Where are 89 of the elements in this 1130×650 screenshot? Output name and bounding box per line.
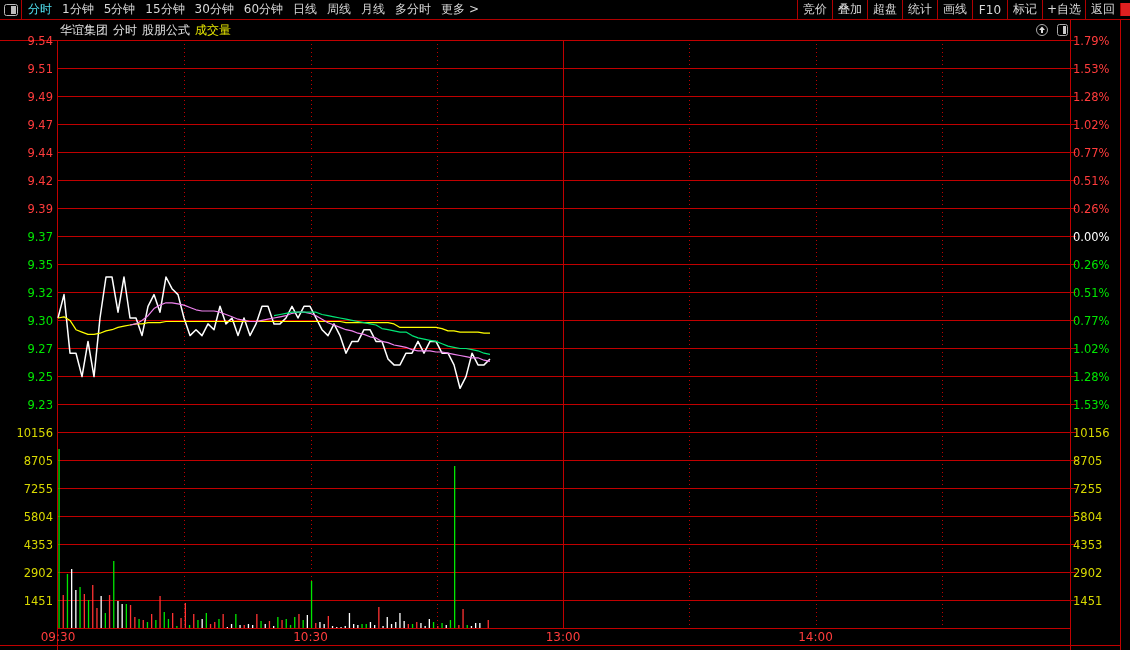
formula-name: 股朋公式 bbox=[142, 23, 190, 37]
volume-bar bbox=[66, 574, 69, 628]
price-label: 9.37 bbox=[27, 229, 53, 244]
volume-bar bbox=[411, 624, 414, 628]
time-label: 13:00 bbox=[545, 630, 581, 644]
volume-bar bbox=[108, 595, 111, 628]
volume-label: 7255 bbox=[23, 481, 53, 496]
price-label: 9.39 bbox=[27, 201, 53, 216]
volume-bar bbox=[369, 622, 372, 628]
period-tab[interactable]: 5分钟 bbox=[103, 0, 136, 19]
volume-label: 5804 bbox=[1073, 509, 1103, 524]
price-label: 9.35 bbox=[27, 257, 53, 272]
period-tab[interactable]: 15分钟 bbox=[145, 0, 185, 19]
volume-bar bbox=[146, 622, 149, 628]
period-tab[interactable]: 多分时 bbox=[395, 0, 432, 19]
volume-label: 10156 bbox=[1073, 425, 1110, 440]
percent-label: 0.77% bbox=[1073, 145, 1110, 160]
percent-label: 1.53% bbox=[1073, 397, 1110, 412]
volume-label: 2902 bbox=[23, 565, 53, 580]
volume-label: 8705 bbox=[23, 453, 53, 468]
toolbar-button[interactable]: 标记 bbox=[1006, 0, 1042, 19]
volume-label: 4353 bbox=[1073, 537, 1103, 552]
volume-bar bbox=[348, 613, 351, 628]
percent-label: 1.28% bbox=[1073, 369, 1110, 384]
volume-bar bbox=[310, 581, 313, 628]
price-label: 9.47 bbox=[27, 117, 53, 132]
time-label: 14:00 bbox=[798, 630, 833, 644]
percent-label: 0.77% bbox=[1073, 313, 1110, 328]
volume-label: 1451 bbox=[1073, 593, 1103, 608]
price-label: 9.42 bbox=[27, 173, 53, 188]
volume-label: 4353 bbox=[23, 537, 53, 552]
price-label: 9.30 bbox=[27, 313, 53, 328]
volume-label: 5804 bbox=[23, 509, 53, 524]
price-label: 9.44 bbox=[27, 145, 53, 160]
percent-label: 1.02% bbox=[1073, 341, 1110, 356]
volume-label: 7255 bbox=[1073, 481, 1103, 496]
volume-bar bbox=[449, 620, 452, 628]
percent-label: 0.00% bbox=[1073, 229, 1110, 244]
percent-label: 0.26% bbox=[1073, 257, 1110, 272]
volume-label: 8705 bbox=[1073, 453, 1103, 468]
percent-label: 1.02% bbox=[1073, 117, 1110, 132]
percent-label: 1.28% bbox=[1073, 89, 1110, 104]
indicator-name: 成交量 bbox=[195, 23, 231, 37]
panel-icon bbox=[1057, 24, 1068, 36]
period-tab[interactable]: 更多 > bbox=[441, 0, 479, 19]
volume-label: 10156 bbox=[16, 425, 53, 440]
volume-label: 1451 bbox=[23, 593, 53, 608]
price-label: 9.49 bbox=[27, 89, 53, 104]
period-tab[interactable]: 日线 bbox=[293, 0, 318, 19]
period-tab[interactable]: 月线 bbox=[361, 0, 386, 19]
toolbar-button[interactable]: 竞价 bbox=[796, 0, 832, 19]
price-label: 9.32 bbox=[27, 285, 53, 300]
volume-bar bbox=[209, 624, 212, 628]
price-label: 9.27 bbox=[27, 341, 53, 356]
volume-bar bbox=[129, 605, 132, 628]
toolbar-button[interactable]: 统计 bbox=[901, 0, 937, 19]
period-label: 分时 bbox=[113, 23, 137, 37]
price-label: 9.51 bbox=[27, 61, 53, 76]
volume-bar bbox=[289, 625, 292, 628]
volume-bar bbox=[247, 624, 250, 628]
volume-bar bbox=[268, 621, 271, 628]
stock-name: 华谊集团 bbox=[60, 23, 108, 37]
volume-bar bbox=[167, 619, 170, 628]
toolbar-button[interactable]: 超盘 bbox=[866, 0, 902, 19]
volume-bar bbox=[188, 625, 191, 628]
marker-block bbox=[1120, 3, 1130, 16]
period-tab[interactable]: 60分钟 bbox=[243, 0, 284, 19]
toolbar-button[interactable]: F10 bbox=[971, 0, 1007, 19]
percent-label: 0.26% bbox=[1073, 201, 1110, 216]
volume-bar bbox=[87, 600, 90, 628]
price-label: 9.23 bbox=[27, 397, 53, 412]
percent-label: 1.79% bbox=[1073, 33, 1110, 48]
period-tab[interactable]: 1分钟 bbox=[62, 0, 94, 19]
period-tab[interactable]: 周线 bbox=[327, 0, 352, 19]
toolbar-button[interactable]: 画线 bbox=[936, 0, 972, 19]
period-tab[interactable]: 分时 bbox=[28, 0, 52, 19]
price-label: 9.25 bbox=[27, 369, 53, 384]
percent-label: 1.53% bbox=[1073, 61, 1110, 76]
time-label: 10:30 bbox=[293, 630, 328, 644]
volume-bar bbox=[432, 622, 435, 628]
percent-label: 0.51% bbox=[1073, 173, 1110, 188]
percent-label: 0.51% bbox=[1073, 285, 1110, 300]
volume-bar bbox=[390, 624, 393, 628]
arrow-up-circle-icon bbox=[1036, 24, 1048, 36]
toolbar-button[interactable]: 叠加 bbox=[831, 0, 867, 19]
period-tab[interactable]: 30分钟 bbox=[194, 0, 234, 19]
volume-label: 2902 bbox=[1073, 565, 1103, 580]
toolbar-button[interactable]: +自选 bbox=[1041, 0, 1085, 19]
volume-bar bbox=[230, 624, 233, 628]
